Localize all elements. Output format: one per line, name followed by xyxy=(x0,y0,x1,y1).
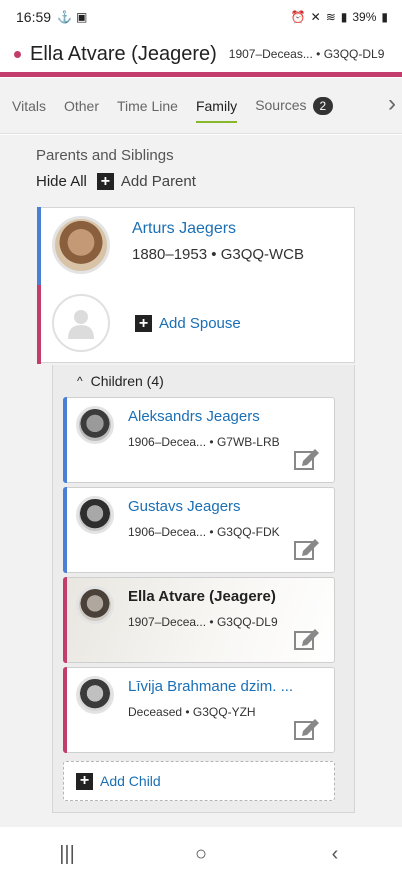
child-name: Gustavs Jeagers xyxy=(128,498,241,515)
child-card[interactable]: Gustavs Jeagers 1906–Decea... • G3QQ-FDK xyxy=(63,487,335,573)
parent-actions: Hide All + Add Parent xyxy=(36,173,196,190)
parent-dates: 1880–1953 • G3QQ-WCB xyxy=(132,246,305,263)
tab-time-line[interactable]: Time Line xyxy=(108,98,187,114)
edit-icon[interactable] xyxy=(294,536,320,560)
child-avatar xyxy=(76,496,114,534)
child-dates: 1906–Decea... • G3QQ-FDK xyxy=(128,525,280,539)
male-color-bar xyxy=(63,397,67,483)
signal-icon: ▮ xyxy=(340,10,348,24)
section-title: Parents and Siblings xyxy=(36,147,174,164)
chevron-up-icon: ^ xyxy=(77,374,83,388)
parent-lifespan: 1880–1953 xyxy=(132,246,208,263)
child-avatar xyxy=(76,406,114,444)
add-parent-button[interactable]: Add Parent xyxy=(121,173,196,190)
child-name: Līvija Brahmane dzim. ... xyxy=(128,678,294,695)
home-icon[interactable]: ○ xyxy=(171,843,231,866)
child-lifespan: 1906–Decea... xyxy=(128,525,207,539)
notification-icon: ⚓ xyxy=(57,10,72,24)
edit-icon[interactable] xyxy=(294,626,320,650)
child-card[interactable]: Līvija Brahmane dzim. ... Deceased • G3Q… xyxy=(63,667,335,753)
female-color-bar xyxy=(63,667,67,753)
battery-icon: ▮ xyxy=(381,10,388,24)
child-name: Ella Atvare (Jeagere) xyxy=(128,588,276,605)
person-header[interactable]: Ella Atvare (Jeagere) 1907–Deceas... • G… xyxy=(0,36,402,72)
tab-sources[interactable]: Sources 2 xyxy=(246,96,342,115)
parent-couple-card: Arturs Jaegers 1880–1953 • G3QQ-WCB + Ad… xyxy=(37,207,355,364)
child-lifespan: 1907–Decea... xyxy=(128,615,207,629)
parent-avatar[interactable] xyxy=(52,216,110,274)
person-name: Ella Atvare (Jeagere) xyxy=(30,42,217,65)
alarm-icon: ⏰ xyxy=(290,10,306,24)
child-avatar xyxy=(76,676,114,714)
edit-icon[interactable] xyxy=(294,446,320,470)
add-spouse-label: Add Spouse xyxy=(159,315,241,332)
add-child-label: Add Child xyxy=(100,773,161,789)
child-dates: 1907–Decea... • G3QQ-DL9 xyxy=(128,615,278,629)
child-avatar xyxy=(76,586,114,624)
sources-count-badge: 2 xyxy=(312,96,334,115)
male-color-bar xyxy=(63,487,67,573)
tab-vitals[interactable]: Vitals xyxy=(0,98,55,114)
female-indicator-icon xyxy=(14,50,21,58)
add-child-button[interactable]: + Add Child xyxy=(63,761,335,801)
parent-pid: G3QQ-WCB xyxy=(220,246,305,263)
empty-avatar-icon[interactable] xyxy=(52,294,110,352)
family-content: Parents and Siblings Hide All + Add Pare… xyxy=(0,135,402,827)
add-spouse-button[interactable]: + Add Spouse xyxy=(135,315,241,332)
children-section: ^ Children (4) Aleksandrs Jeagers 1906–D… xyxy=(52,365,355,813)
gender-color-bar xyxy=(0,72,402,77)
person-summary: 1907–Deceas... • G3QQ-DL9 xyxy=(228,47,385,61)
tab-other[interactable]: Other xyxy=(55,98,108,114)
child-dates: 1906–Decea... • G7WB-LRB xyxy=(128,435,280,449)
parent-name[interactable]: Arturs Jaegers xyxy=(132,220,236,238)
child-pid: G3QQ-YZH xyxy=(192,705,256,719)
edit-icon[interactable] xyxy=(294,716,320,740)
child-pid: G3QQ-DL9 xyxy=(216,615,278,629)
child-card-selected[interactable]: Ella Atvare (Jeagere) 1907–Decea... • G3… xyxy=(63,577,335,663)
child-card[interactable]: Aleksandrs Jeagers 1906–Decea... • G7WB-… xyxy=(63,397,335,483)
back-icon[interactable]: ‹ xyxy=(305,843,365,866)
mute-icon: ✕ xyxy=(310,10,321,24)
chevron-right-icon[interactable]: › xyxy=(388,90,396,118)
child-name: Aleksandrs Jeagers xyxy=(128,408,260,425)
hide-all-button[interactable]: Hide All xyxy=(36,173,87,190)
child-lifespan: Deceased xyxy=(128,705,183,719)
status-time: 16:59 xyxy=(16,9,52,25)
male-color-bar xyxy=(37,207,41,285)
female-color-bar xyxy=(37,285,41,364)
plus-icon[interactable]: + xyxy=(96,173,114,190)
child-pid: G3QQ-FDK xyxy=(216,525,280,539)
plus-icon: + xyxy=(135,315,152,332)
message-icon: ▣ xyxy=(76,10,88,24)
tab-family[interactable]: Family xyxy=(187,98,246,123)
child-pid: G7WB-LRB xyxy=(216,435,280,449)
wifi-icon: ≋ xyxy=(325,10,336,24)
recent-apps-icon[interactable]: ||| xyxy=(37,843,97,866)
battery-percent: 39% xyxy=(352,10,377,24)
children-toggle[interactable]: ^ Children (4) xyxy=(77,373,164,389)
status-bar: 16:59 ⚓ ▣ ⏰ ✕ ≋ ▮ 39% ▮ xyxy=(0,0,402,34)
child-lifespan: 1906–Decea... xyxy=(128,435,207,449)
status-icons: ⏰ ✕ ≋ ▮ 39% ▮ xyxy=(291,10,388,24)
system-nav-bar: ||| ○ ‹ xyxy=(0,828,402,880)
female-color-bar xyxy=(63,577,67,663)
app-header: 16:59 ⚓ ▣ ⏰ ✕ ≋ ▮ 39% ▮ Ella Atvare (Jea… xyxy=(0,0,402,77)
child-dates: Deceased • G3QQ-YZH xyxy=(128,705,256,719)
tab-sources-label: Sources xyxy=(255,96,307,113)
tab-bar: Vitals Other Time Line Family Sources 2 xyxy=(0,78,402,134)
plus-icon: + xyxy=(76,772,93,790)
children-header: Children (4) xyxy=(90,373,164,389)
